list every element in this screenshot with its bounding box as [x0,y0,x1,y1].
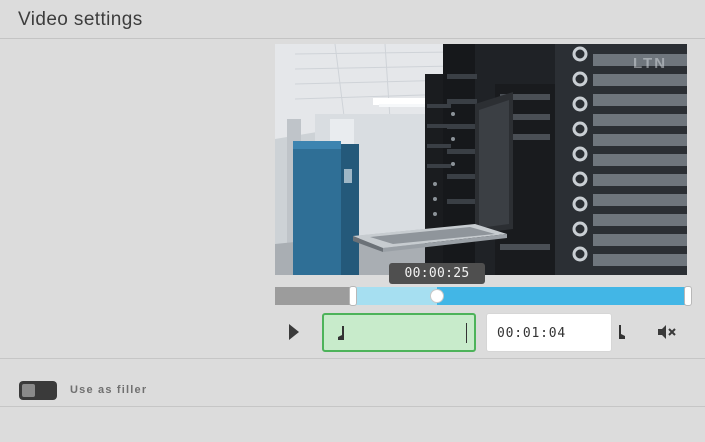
mark-out-icon [619,325,625,339]
playhead-knob[interactable] [430,289,444,303]
use-as-filler-toggle[interactable] [19,381,57,400]
use-as-filler-label: Use as filler [70,384,148,396]
trim-start-input[interactable] [334,324,424,344]
timeline-remaining-segment [437,287,687,305]
trim-end-handle[interactable] [684,286,692,306]
timeline-excluded-segment [275,287,353,305]
timeline-played-segment [353,287,437,305]
mute-icon [658,325,676,339]
video-frame-image: LTN [275,44,687,275]
trim-end-input[interactable] [497,323,587,343]
current-time-tooltip: 00:00:25 [389,263,485,284]
header-bar: Video settings [0,0,705,39]
trim-timeline[interactable] [275,286,692,306]
section-divider [0,406,705,407]
play-button[interactable] [284,320,304,344]
text-cursor [466,323,467,343]
page-title: Video settings [18,9,143,30]
toggle-thumb [22,384,35,397]
mute-button[interactable] [656,322,678,342]
watermark-text: LTN [633,55,667,72]
video-preview[interactable]: LTN [275,44,687,275]
trim-start-handle[interactable] [349,286,357,306]
section-divider [0,358,705,359]
trim-start-field[interactable] [322,313,476,352]
trim-end-field[interactable] [486,313,625,352]
play-icon [289,324,299,340]
